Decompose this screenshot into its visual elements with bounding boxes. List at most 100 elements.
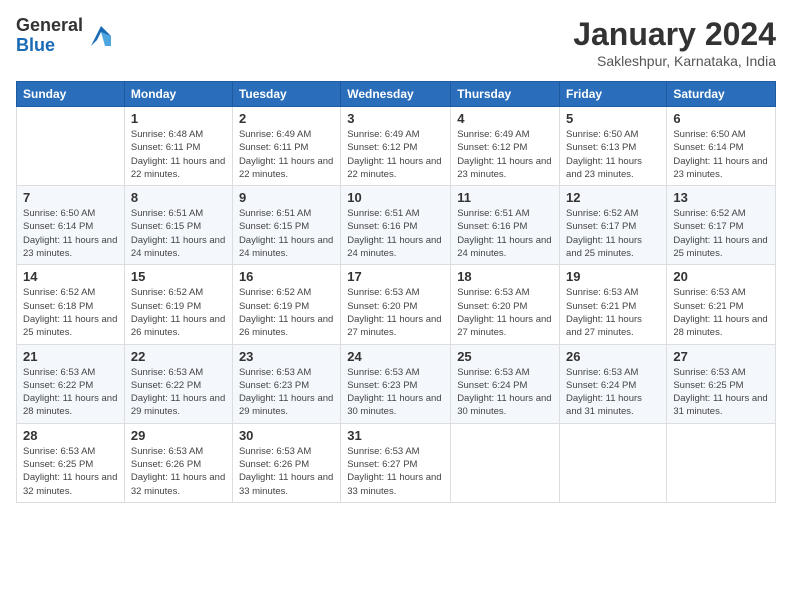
calendar-cell: 17 Sunrise: 6:53 AMSunset: 6:20 PMDayligh… <box>341 265 451 344</box>
calendar-cell: 29 Sunrise: 6:53 AMSunset: 6:26 PMDayligh… <box>124 423 232 502</box>
calendar-cell: 9Sunrise: 6:51 AMSunset: 6:15 PMDaylight… <box>232 186 340 265</box>
location-subtitle: Sakleshpur, Karnataka, India <box>573 53 776 69</box>
day-info: Sunrise: 6:53 AMSunset: 6:26 PMDaylight:… <box>239 445 334 498</box>
calendar-cell: 15 Sunrise: 6:52 AMSunset: 6:19 PMDayligh… <box>124 265 232 344</box>
day-info: Sunrise: 6:50 AMSunset: 6:13 PMDaylight:… <box>566 128 660 181</box>
day-info: Sunrise: 6:52 AMSunset: 6:19 PMDaylight:… <box>131 286 226 339</box>
day-info: Sunrise: 6:53 AMSunset: 6:22 PMDaylight:… <box>131 366 226 419</box>
day-info: Sunrise: 6:53 AMSunset: 6:23 PMDaylight:… <box>239 366 334 419</box>
day-info: Sunrise: 6:48 AMSunset: 6:11 PMDaylight:… <box>131 128 226 181</box>
day-number: 19 <box>566 269 660 284</box>
page-container: General Blue January 2024 Sakleshpur, Ka… <box>0 0 792 511</box>
logo-general-text: General <box>16 16 83 36</box>
calendar-cell: 22Sunrise: 6:53 AMSunset: 6:22 PMDayligh… <box>124 344 232 423</box>
day-info: Sunrise: 6:53 AMSunset: 6:23 PMDaylight:… <box>347 366 444 419</box>
day-number: 24 <box>347 349 444 364</box>
calendar-cell: 2Sunrise: 6:49 AMSunset: 6:11 PMDaylight… <box>232 107 340 186</box>
day-info: Sunrise: 6:52 AMSunset: 6:18 PMDaylight:… <box>23 286 118 339</box>
day-info: Sunrise: 6:53 AMSunset: 6:26 PMDaylight:… <box>131 445 226 498</box>
day-number: 13 <box>673 190 769 205</box>
day-number: 4 <box>457 111 553 126</box>
day-number: 30 <box>239 428 334 443</box>
day-number: 18 <box>457 269 553 284</box>
calendar-week-row: 7Sunrise: 6:50 AMSunset: 6:14 PMDaylight… <box>17 186 776 265</box>
calendar-cell: 12 Sunrise: 6:52 AMSunset: 6:17 PMDayligh… <box>560 186 667 265</box>
day-number: 27 <box>673 349 769 364</box>
day-number: 6 <box>673 111 769 126</box>
page-header: General Blue January 2024 Sakleshpur, Ka… <box>16 16 776 69</box>
day-info: Sunrise: 6:53 AMSunset: 6:25 PMDaylight:… <box>23 445 118 498</box>
calendar-cell: 4 Sunrise: 6:49 AMSunset: 6:12 PMDaylight… <box>451 107 560 186</box>
day-number: 11 <box>457 190 553 205</box>
day-number: 14 <box>23 269 118 284</box>
day-number: 3 <box>347 111 444 126</box>
calendar-week-row: 1 Sunrise: 6:48 AMSunset: 6:11 PMDaylight… <box>17 107 776 186</box>
day-info: Sunrise: 6:51 AMSunset: 6:16 PMDaylight:… <box>347 207 444 260</box>
calendar-cell: 30 Sunrise: 6:53 AMSunset: 6:26 PMDayligh… <box>232 423 340 502</box>
calendar-header-sunday: Sunday <box>17 82 125 107</box>
day-number: 12 <box>566 190 660 205</box>
calendar-cell: 14 Sunrise: 6:52 AMSunset: 6:18 PMDayligh… <box>17 265 125 344</box>
day-info: Sunrise: 6:53 AMSunset: 6:22 PMDaylight:… <box>23 366 118 419</box>
day-info: Sunrise: 6:49 AMSunset: 6:12 PMDaylight:… <box>457 128 553 181</box>
day-number: 1 <box>131 111 226 126</box>
title-section: January 2024 Sakleshpur, Karnataka, Indi… <box>573 16 776 69</box>
logo-blue-text: Blue <box>16 36 83 56</box>
calendar-cell: 26 Sunrise: 6:53 AMSunset: 6:24 PMDayligh… <box>560 344 667 423</box>
day-number: 21 <box>23 349 118 364</box>
day-number: 10 <box>347 190 444 205</box>
calendar-header-saturday: Saturday <box>667 82 776 107</box>
logo-icon <box>87 22 115 50</box>
day-number: 31 <box>347 428 444 443</box>
day-info: Sunrise: 6:53 AMSunset: 6:20 PMDaylight:… <box>457 286 553 339</box>
calendar-cell: 28 Sunrise: 6:53 AMSunset: 6:25 PMDayligh… <box>17 423 125 502</box>
calendar-cell: 8Sunrise: 6:51 AMSunset: 6:15 PMDaylight… <box>124 186 232 265</box>
calendar-header-thursday: Thursday <box>451 82 560 107</box>
day-info: Sunrise: 6:50 AMSunset: 6:14 PMDaylight:… <box>673 128 769 181</box>
calendar-cell: 1 Sunrise: 6:48 AMSunset: 6:11 PMDaylight… <box>124 107 232 186</box>
day-info: Sunrise: 6:53 AMSunset: 6:21 PMDaylight:… <box>673 286 769 339</box>
day-number: 23 <box>239 349 334 364</box>
day-info: Sunrise: 6:52 AMSunset: 6:17 PMDaylight:… <box>673 207 769 260</box>
day-number: 2 <box>239 111 334 126</box>
day-number: 28 <box>23 428 118 443</box>
calendar-header-row: SundayMondayTuesdayWednesdayThursdayFrid… <box>17 82 776 107</box>
calendar-header-wednesday: Wednesday <box>341 82 451 107</box>
calendar-cell: 24 Sunrise: 6:53 AMSunset: 6:23 PMDayligh… <box>341 344 451 423</box>
day-number: 17 <box>347 269 444 284</box>
day-info: Sunrise: 6:53 AMSunset: 6:24 PMDaylight:… <box>566 366 660 419</box>
logo: General Blue <box>16 16 115 56</box>
day-number: 5 <box>566 111 660 126</box>
day-info: Sunrise: 6:53 AMSunset: 6:27 PMDaylight:… <box>347 445 444 498</box>
day-number: 7 <box>23 190 118 205</box>
day-number: 25 <box>457 349 553 364</box>
calendar-cell <box>560 423 667 502</box>
day-number: 9 <box>239 190 334 205</box>
calendar-header-monday: Monday <box>124 82 232 107</box>
calendar-cell: 31 Sunrise: 6:53 AMSunset: 6:27 PMDayligh… <box>341 423 451 502</box>
calendar-table: SundayMondayTuesdayWednesdayThursdayFrid… <box>16 81 776 503</box>
calendar-cell: 7Sunrise: 6:50 AMSunset: 6:14 PMDaylight… <box>17 186 125 265</box>
day-info: Sunrise: 6:49 AMSunset: 6:12 PMDaylight:… <box>347 128 444 181</box>
day-info: Sunrise: 6:52 AMSunset: 6:17 PMDaylight:… <box>566 207 660 260</box>
day-info: Sunrise: 6:53 AMSunset: 6:20 PMDaylight:… <box>347 286 444 339</box>
calendar-cell <box>667 423 776 502</box>
day-number: 16 <box>239 269 334 284</box>
calendar-cell: 13 Sunrise: 6:52 AMSunset: 6:17 PMDayligh… <box>667 186 776 265</box>
calendar-cell: 27Sunrise: 6:53 AMSunset: 6:25 PMDayligh… <box>667 344 776 423</box>
calendar-cell: 10 Sunrise: 6:51 AMSunset: 6:16 PMDayligh… <box>341 186 451 265</box>
calendar-cell: 23 Sunrise: 6:53 AMSunset: 6:23 PMDayligh… <box>232 344 340 423</box>
day-info: Sunrise: 6:53 AMSunset: 6:24 PMDaylight:… <box>457 366 553 419</box>
day-info: Sunrise: 6:51 AMSunset: 6:15 PMDaylight:… <box>131 207 226 260</box>
calendar-header-friday: Friday <box>560 82 667 107</box>
calendar-cell: 3 Sunrise: 6:49 AMSunset: 6:12 PMDaylight… <box>341 107 451 186</box>
calendar-cell <box>451 423 560 502</box>
day-number: 26 <box>566 349 660 364</box>
day-info: Sunrise: 6:52 AMSunset: 6:19 PMDaylight:… <box>239 286 334 339</box>
day-number: 15 <box>131 269 226 284</box>
calendar-cell: 20Sunrise: 6:53 AMSunset: 6:21 PMDayligh… <box>667 265 776 344</box>
day-info: Sunrise: 6:53 AMSunset: 6:21 PMDaylight:… <box>566 286 660 339</box>
day-number: 29 <box>131 428 226 443</box>
calendar-cell: 5 Sunrise: 6:50 AMSunset: 6:13 PMDaylight… <box>560 107 667 186</box>
calendar-cell: 18 Sunrise: 6:53 AMSunset: 6:20 PMDayligh… <box>451 265 560 344</box>
